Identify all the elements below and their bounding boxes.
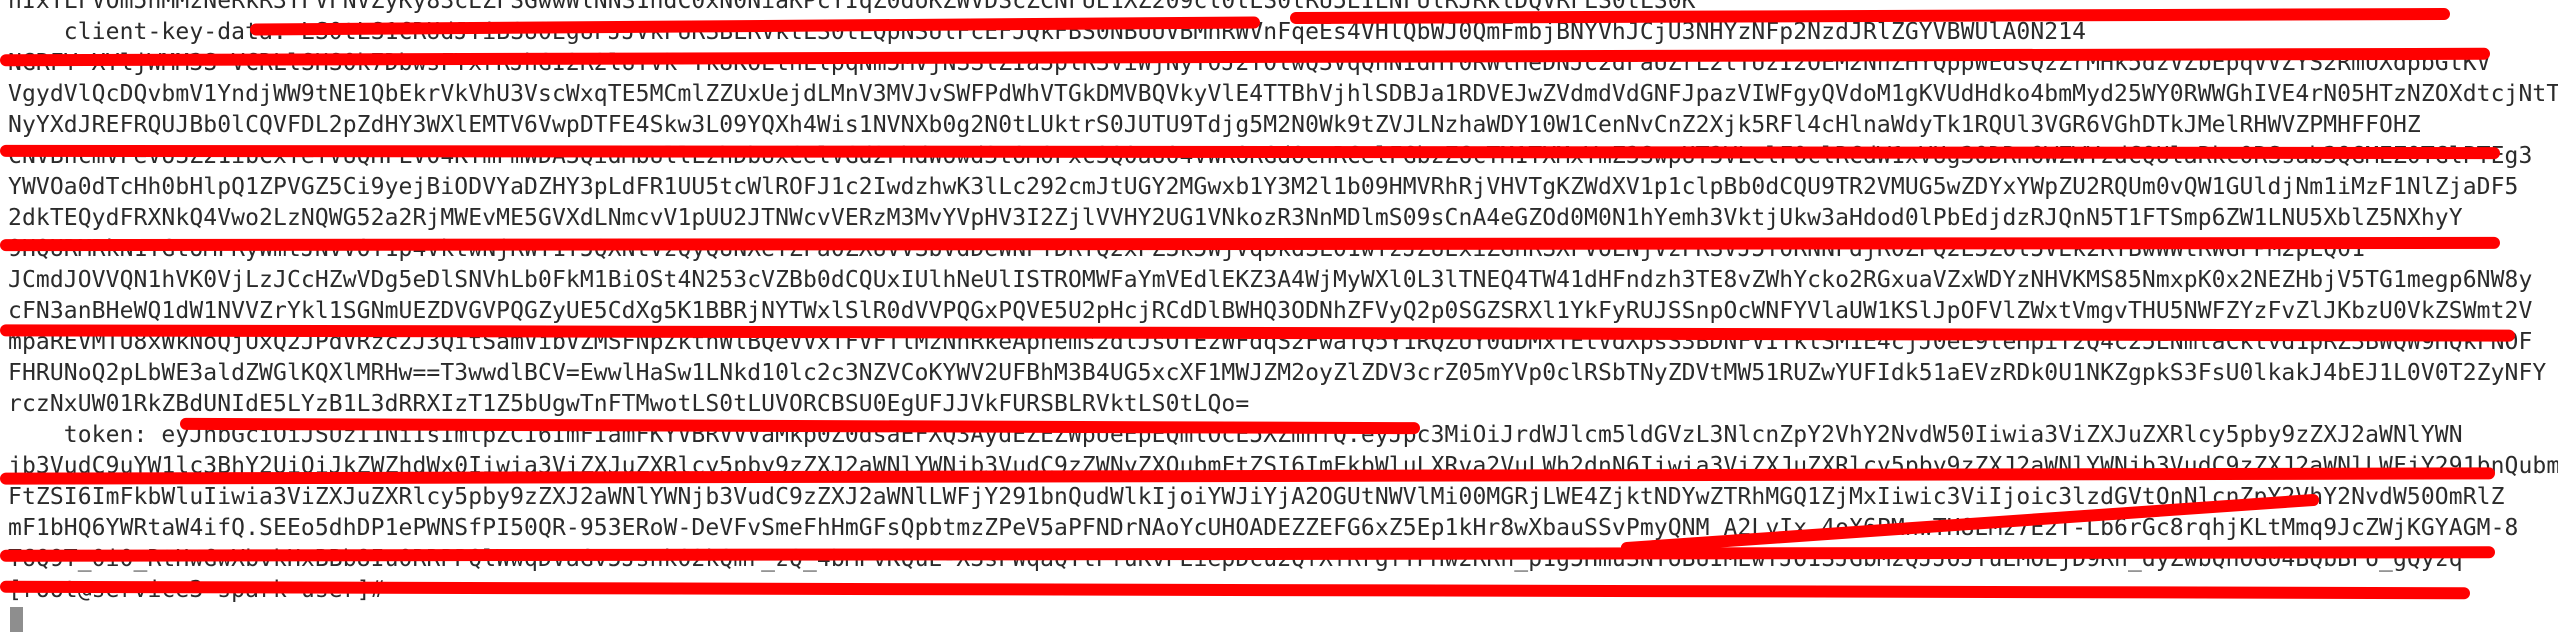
terminal-line: JCmdJOVVQN1hVK0VjLzJCcHZwVDg5eDlSNVhLb0F…: [8, 267, 2533, 293]
terminal-line: FHRUNoQ2pLbWE3aldZWGlKQXlMRHw==T3wwdlBCV…: [8, 360, 2547, 386]
terminal-line: VgydVlQcDQvbmV1YndjWW9tNE1QbEkrVkVhU3Vsc…: [8, 81, 2558, 107]
terminal-line: 2dkTEQydFRXNkQ4Vwo2LzNQWG52a2RjMWEvME5GV…: [8, 205, 2463, 231]
terminal-cursor: [10, 607, 23, 632]
terminal-window[interactable]: hIxTLFVOm5hMMzNeRkR3TFVFNVZyKy83cEZFSGww…: [0, 0, 2558, 644]
redaction-mark: [0, 236, 2501, 252]
terminal-line: NyYXdJREFRQUJBb0lCQVFDL2pZdHY3WXlEMTV6Vw…: [8, 112, 2421, 138]
terminal-line: rczNxUW01RkZBdUNIdE5LYzB1L3dRRXIzT1Z5bUg…: [8, 391, 1250, 417]
terminal-line: cFN3anBHeWQ1dW1NVVZrYkl1SGNmUEZDVGVPQGZy…: [8, 298, 2533, 324]
shell-prompt-line[interactable]: [8, 606, 23, 637]
redaction-mark: [0, 144, 2501, 160]
terminal-line: YWVOa0dTcHh0bHlpQ1ZPVGZ5Ci9yejBiODVYaDZH…: [8, 174, 2519, 200]
